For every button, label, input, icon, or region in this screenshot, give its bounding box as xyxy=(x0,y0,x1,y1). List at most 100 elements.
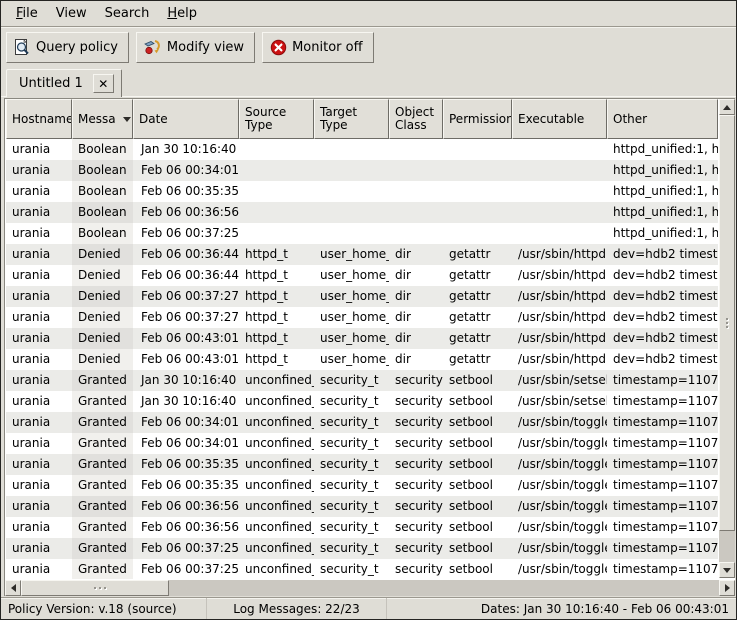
column-header-permission[interactable]: Permission xyxy=(443,99,512,139)
table-row[interactable]: uraniaGrantedFeb 06 00:34:01unconfined_s… xyxy=(6,412,718,433)
column-header-label: Other xyxy=(613,113,647,126)
tab-untitled-1[interactable]: Untitled 1 ✕ xyxy=(6,69,122,97)
table-row[interactable]: uraniaBooleanFeb 06 00:36:56httpd_unifie… xyxy=(6,202,718,223)
table-cell: dir xyxy=(389,286,443,307)
menu-item-file[interactable]: File xyxy=(7,3,47,24)
table-cell: user_home_ xyxy=(314,265,389,286)
table-row[interactable]: uraniaGrantedFeb 06 00:37:25unconfined_s… xyxy=(6,538,718,559)
table-cell: Granted xyxy=(72,370,133,391)
scroll-down-button[interactable] xyxy=(719,562,735,578)
table-cell: httpd_unified:1, h xyxy=(607,223,718,244)
menu-item-search[interactable]: Search xyxy=(96,3,159,24)
table-cell: Boolean xyxy=(72,223,133,244)
table-cell: /usr/sbin/toggle xyxy=(512,412,607,433)
horizontal-scrollbar[interactable] xyxy=(5,580,735,596)
table-cell: urania xyxy=(6,265,72,286)
table-row[interactable]: uraniaDeniedFeb 06 00:43:01httpd_tuser_h… xyxy=(6,349,718,370)
table-cell: security xyxy=(389,412,443,433)
table-row[interactable]: uraniaGrantedJan 30 10:16:40unconfined_s… xyxy=(6,370,718,391)
column-header-object-class[interactable]: Object Class xyxy=(389,99,443,139)
scroll-right-button[interactable] xyxy=(719,580,735,596)
table-row[interactable]: uraniaBooleanFeb 06 00:37:25httpd_unifie… xyxy=(6,223,718,244)
column-header-target-type[interactable]: Target Type xyxy=(314,99,389,139)
table-cell: timestamp=11076 xyxy=(607,475,718,496)
scroll-left-button[interactable] xyxy=(5,580,21,596)
table-cell: Feb 06 00:36:56 xyxy=(133,496,239,517)
table-cell: timestamp=11076 xyxy=(607,496,718,517)
table-row[interactable]: uraniaGrantedFeb 06 00:35:35unconfined_s… xyxy=(6,475,718,496)
table-cell: Granted xyxy=(72,559,133,579)
vertical-scrollbar-thumb[interactable] xyxy=(719,115,735,531)
table-row[interactable]: uraniaBooleanJan 30 10:16:40httpd_unifie… xyxy=(6,139,718,160)
table-cell: timestamp=11076 xyxy=(607,433,718,454)
table-cell: user_home_ xyxy=(314,349,389,370)
table-cell: setbool xyxy=(443,496,512,517)
vertical-scrollbar[interactable] xyxy=(719,99,735,578)
column-header-messa[interactable]: Messa xyxy=(72,99,133,139)
table-row[interactable]: uraniaDeniedFeb 06 00:37:27httpd_tuser_h… xyxy=(6,286,718,307)
column-header-label: Date xyxy=(139,113,168,126)
column-header-other[interactable]: Other xyxy=(607,99,718,139)
app-window: FileViewSearchHelp Query policy xyxy=(0,0,737,620)
table-cell xyxy=(512,160,607,181)
table-cell: /usr/sbin/httpd xyxy=(512,286,607,307)
table-cell: dev=hdb2 timesta xyxy=(607,328,718,349)
table-row[interactable]: uraniaDeniedFeb 06 00:37:27httpd_tuser_h… xyxy=(6,307,718,328)
table-cell: Feb 06 00:35:35 xyxy=(133,475,239,496)
statusbar: Policy Version: v.18 (source) Log Messag… xyxy=(1,597,736,619)
modify-view-button[interactable]: Modify view xyxy=(136,32,255,63)
table-cell: security xyxy=(389,559,443,579)
table-cell: httpd_t xyxy=(239,349,314,370)
log-table-view: HostnameMessaDateSource TypeTarget TypeO… xyxy=(6,99,718,579)
column-header-date[interactable]: Date xyxy=(133,99,239,139)
scroll-up-button[interactable] xyxy=(719,99,735,115)
table-row[interactable]: uraniaDeniedFeb 06 00:43:01httpd_tuser_h… xyxy=(6,328,718,349)
table-row[interactable]: uraniaGrantedFeb 06 00:35:35unconfined_s… xyxy=(6,454,718,475)
vertical-scrollbar-track[interactable] xyxy=(719,115,735,562)
table-cell: Feb 06 00:37:25 xyxy=(133,538,239,559)
table-cell: timestamp=11071 xyxy=(607,370,718,391)
table-cell: /usr/sbin/httpd xyxy=(512,328,607,349)
table-cell: Granted xyxy=(72,391,133,412)
table-cell: unconfined_ xyxy=(239,496,314,517)
table-row[interactable]: uraniaGrantedJan 30 10:16:40unconfined_s… xyxy=(6,391,718,412)
table-row[interactable]: uraniaBooleanFeb 06 00:35:35httpd_unifie… xyxy=(6,181,718,202)
menu-item-view[interactable]: View xyxy=(47,3,96,24)
horizontal-scrollbar-thumb[interactable] xyxy=(21,580,169,596)
table-cell: timestamp=11071 xyxy=(607,391,718,412)
monitor-off-button[interactable]: Monitor off xyxy=(262,32,373,63)
column-header-source-type[interactable]: Source Type xyxy=(239,99,314,139)
monitor-off-label: Monitor off xyxy=(292,40,362,55)
menu-item-help[interactable]: Help xyxy=(158,3,206,24)
table-cell: security_t xyxy=(314,496,389,517)
table-row[interactable]: uraniaGrantedFeb 06 00:34:01unconfined_s… xyxy=(6,433,718,454)
table-row[interactable]: uraniaGrantedFeb 06 00:37:25unconfined_s… xyxy=(6,559,718,579)
table-cell: /usr/sbin/toggle xyxy=(512,538,607,559)
table-cell: Denied xyxy=(72,307,133,328)
table-cell: dev=hdb2 timesta xyxy=(607,307,718,328)
table-cell: setbool xyxy=(443,517,512,538)
table-cell: urania xyxy=(6,139,72,160)
table-row[interactable]: uraniaBooleanFeb 06 00:34:01httpd_unifie… xyxy=(6,160,718,181)
notebook-page: HostnameMessaDateSource TypeTarget TypeO… xyxy=(1,96,736,597)
table-cell: Feb 06 00:43:01 xyxy=(133,328,239,349)
column-header-hostname[interactable]: Hostname xyxy=(6,99,72,139)
horizontal-scrollbar-track[interactable] xyxy=(21,580,719,596)
table-row[interactable]: uraniaGrantedFeb 06 00:36:56unconfined_s… xyxy=(6,496,718,517)
tab-close-button[interactable]: ✕ xyxy=(93,74,114,93)
table-cell xyxy=(512,202,607,223)
table-row[interactable]: uraniaGrantedFeb 06 00:36:56unconfined_s… xyxy=(6,517,718,538)
column-header-label: Executable xyxy=(518,113,584,126)
query-policy-button[interactable]: Query policy xyxy=(6,32,129,63)
table-cell xyxy=(443,202,512,223)
table-cell: urania xyxy=(6,412,72,433)
table-cell xyxy=(314,160,389,181)
table-row[interactable]: uraniaDeniedFeb 06 00:36:44httpd_tuser_h… xyxy=(6,265,718,286)
table-row[interactable]: uraniaDeniedFeb 06 00:36:44httpd_tuser_h… xyxy=(6,244,718,265)
table-cell: user_home_ xyxy=(314,307,389,328)
column-header-executable[interactable]: Executable xyxy=(512,99,607,139)
table-cell: user_home_ xyxy=(314,328,389,349)
table-body: uraniaBooleanJan 30 10:16:40httpd_unifie… xyxy=(6,139,718,579)
table-cell xyxy=(389,181,443,202)
dates-status: Dates: Jan 30 10:16:40 - Feb 06 00:43:01 xyxy=(386,598,736,619)
